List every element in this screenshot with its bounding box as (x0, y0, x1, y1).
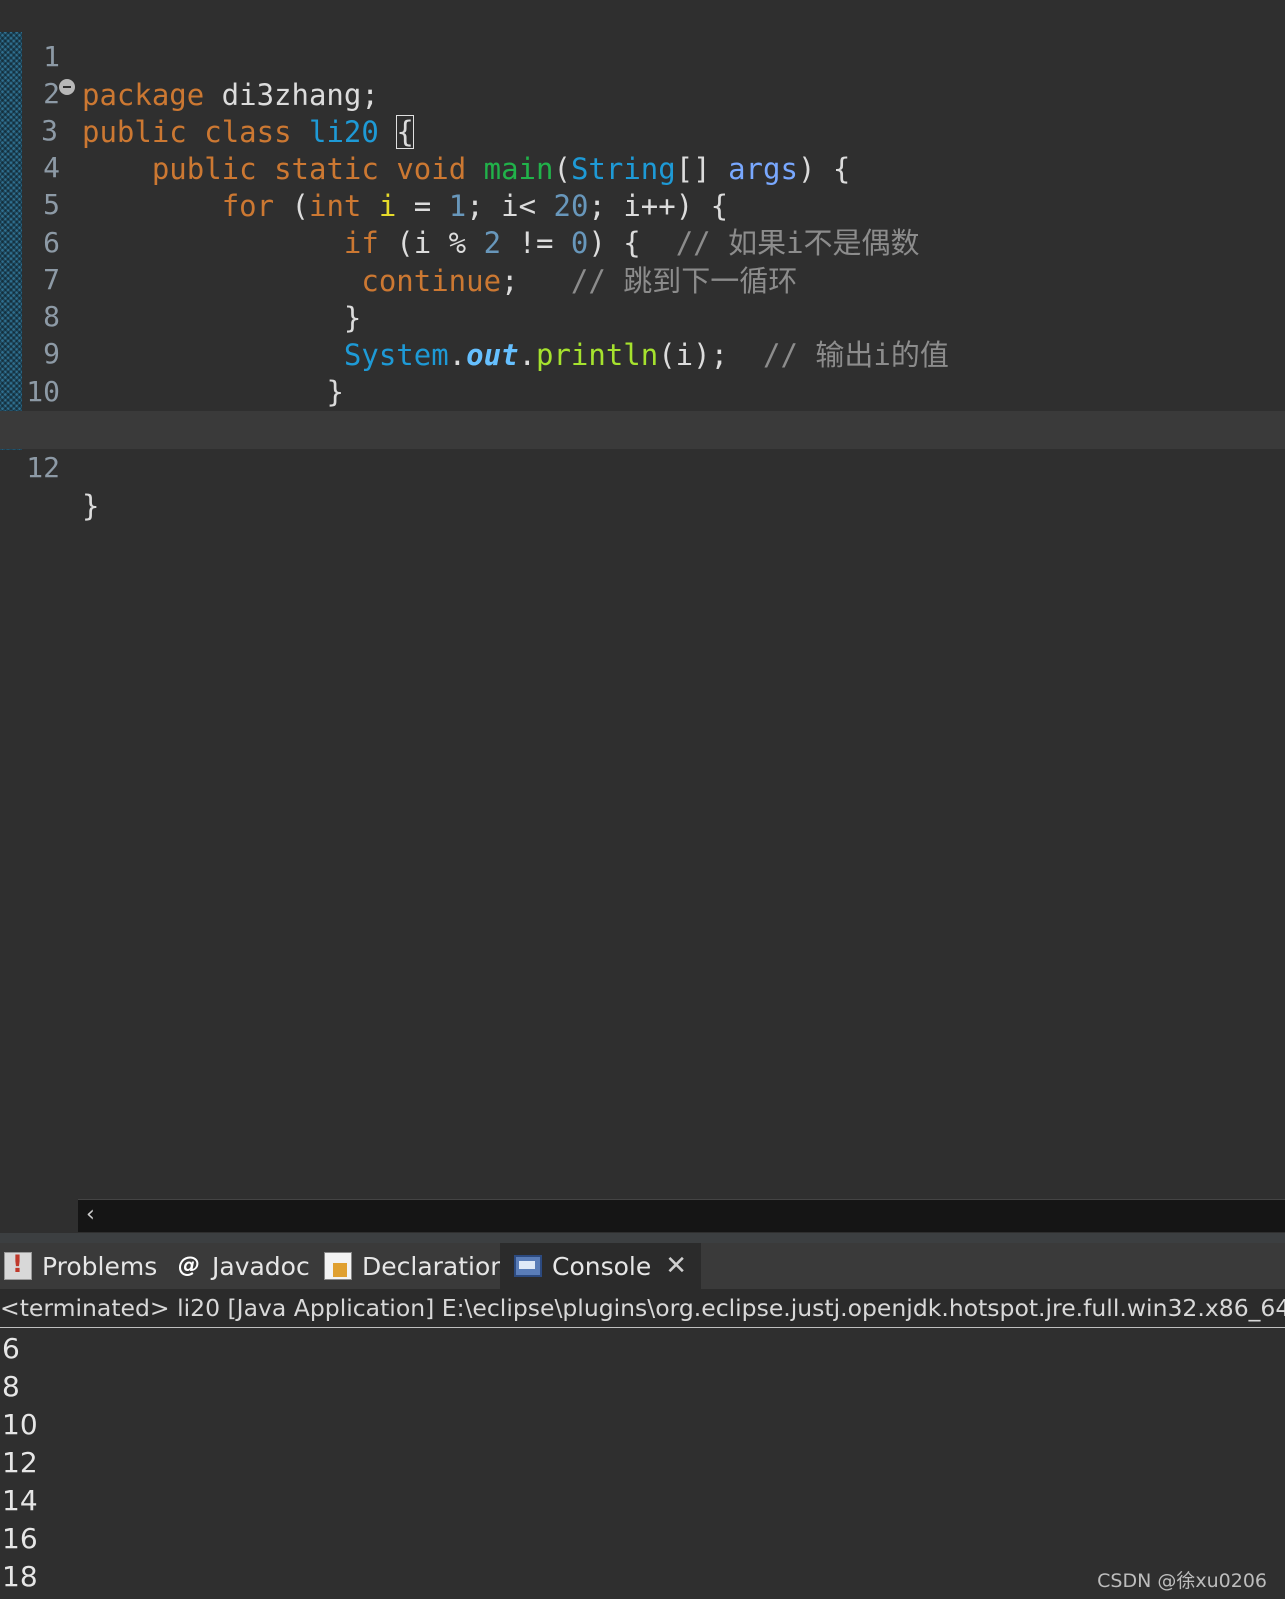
console-line: 6 (2, 1332, 20, 1365)
code-line-5[interactable]: 5 if (i % 2 != 0) { // 如果i不是偶数 (0, 148, 1285, 260)
line-code: } (82, 489, 100, 523)
tab-javadoc[interactable]: @ Javadoc (176, 1243, 310, 1289)
console-output[interactable]: 6 8 10 12 14 16 18 CSDN @徐xu0206 (0, 1330, 1285, 1599)
code-line-7[interactable]: 7 } (0, 223, 1285, 335)
declaration-icon (324, 1252, 352, 1280)
code-line-9[interactable]: 9 } (0, 297, 1285, 409)
tab-label: Console (552, 1251, 652, 1281)
console-line: 16 (2, 1522, 38, 1555)
code-line-6[interactable]: 6 continue; // 跳到下一循环 (0, 186, 1285, 298)
horizontal-scrollbar[interactable]: ‹ (78, 1199, 1285, 1232)
line-number: 12 (26, 451, 60, 484)
code-line-10[interactable]: 10 } (0, 335, 1285, 447)
tab-console[interactable]: Console ✕ (500, 1243, 702, 1289)
close-icon[interactable]: ✕ (665, 1251, 687, 1281)
code-line-11[interactable]: 11 (0, 372, 1285, 445)
console-line: 18 (2, 1560, 38, 1593)
console-line: 14 (2, 1484, 38, 1517)
code-line-12[interactable]: 12 } (0, 411, 1285, 523)
console-line: 10 (2, 1408, 38, 1441)
code-line-8[interactable]: 8 System.out.println(i); // 输出i的值 (0, 260, 1285, 372)
bottom-panel-tabs: Problems @ Javadoc Declaration Console ✕ (0, 1243, 1285, 1289)
code-line-3[interactable]: 3 public static void main(String[] args)… (0, 74, 1285, 186)
console-line: 12 (2, 1446, 38, 1479)
code-line-1[interactable]: 1 package di3zhang; (0, 0, 1285, 112)
tab-problems[interactable]: Problems (4, 1243, 157, 1289)
javadoc-icon: @ (178, 1253, 200, 1278)
code-editor[interactable]: 1 package di3zhang; 2 public class li20 … (0, 0, 1285, 1197)
tab-label: Javadoc (212, 1251, 310, 1281)
code-line-2[interactable]: 2 public class li20 { (0, 37, 1285, 149)
tab-declaration[interactable]: Declaration (324, 1243, 506, 1289)
console-line: 8 (2, 1370, 20, 1403)
console-process-label: <terminated> li20 [Java Application] E:\… (0, 1289, 1285, 1328)
tab-label: Problems (42, 1251, 158, 1281)
problems-icon (4, 1250, 32, 1280)
code-line-4[interactable]: 4 for (int i = 1; i< 20; i++) { (0, 111, 1285, 223)
panel-separator[interactable] (0, 1233, 1285, 1243)
tab-label: Declaration (362, 1251, 507, 1281)
scroll-left-icon[interactable]: ‹ (86, 1202, 95, 1227)
watermark: CSDN @徐xu0206 (1097, 1570, 1267, 1592)
console-icon (514, 1255, 542, 1277)
